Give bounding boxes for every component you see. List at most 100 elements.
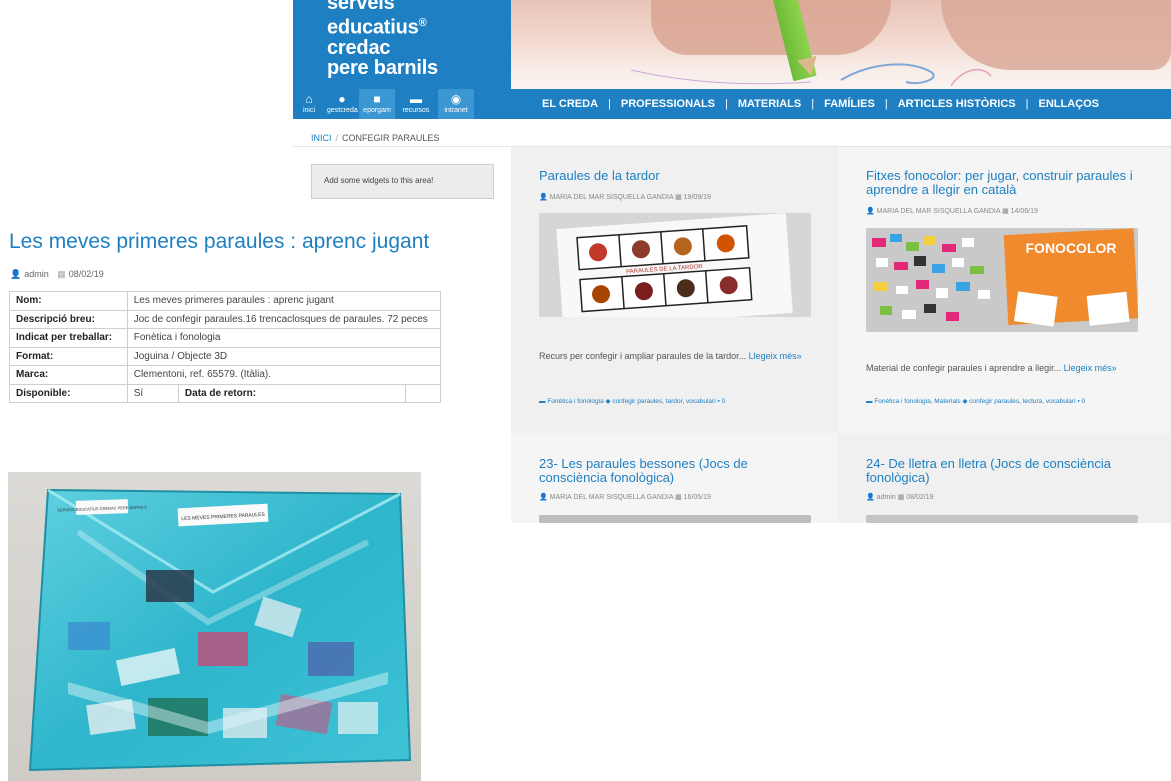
- post-title[interactable]: Fitxes fonocolor: per jugar, construir p…: [866, 169, 1156, 197]
- logo-line-2: educatius: [327, 16, 419, 39]
- post-image-drawing: FONOCOLOR: [866, 228, 1138, 332]
- tag-icon: ◆: [962, 398, 968, 405]
- nav-link-professionals[interactable]: PROFESSIONALS: [621, 98, 715, 110]
- table-row: Format: Joguina / Objecte 3D: [9, 346, 442, 366]
- post-excerpt: Material de confegir paraules i aprendre…: [866, 362, 1141, 375]
- nav-icon-eporgam[interactable]: ■ eporgam: [359, 89, 395, 119]
- scribble-lines: [630, 63, 992, 87]
- post-tags[interactable]: confegir paraules, tardor, vocabulari: [612, 398, 715, 405]
- nav-icon-label: intranet: [444, 107, 468, 114]
- android-icon: ◉: [450, 92, 462, 106]
- nav-icon-gestcreda[interactable]: ● gestcreda: [327, 89, 358, 119]
- logo-line-4: pere barnils: [327, 56, 438, 79]
- post-author: MARIA DEL MAR SISQUELLA GANDIA: [549, 194, 674, 201]
- nav-separator: |: [725, 98, 728, 110]
- table-row: Marca: Clementoni, ref. 65579. (Itàlia).: [9, 365, 442, 385]
- post-thumbnail[interactable]: FONOCOLOR: [866, 228, 1138, 332]
- table-row: Nom: Les meves primeres paraules : apren…: [9, 291, 442, 311]
- nav-separator: |: [608, 98, 611, 110]
- post-author: admin: [876, 494, 896, 501]
- nav-icon-intranet[interactable]: ◉ intranet: [438, 89, 474, 119]
- logo-reg-mark: ®: [418, 17, 427, 29]
- calendar-icon: ▦: [1002, 208, 1009, 215]
- post-thumbnail[interactable]: [539, 515, 811, 523]
- post-meta: 👤 MARIA DEL MAR SISQUELLA GANDIA ▦ 16/05…: [539, 493, 711, 501]
- post-categories[interactable]: Fonètica i fonologia: [547, 398, 603, 405]
- product-photo: SERVEIS EDUCATIUS CREDAC PERE BARNILS LE…: [8, 472, 421, 781]
- post-taxonomy: ▬ Fonètica i fonologia, Materials ◆ conf…: [866, 397, 1085, 405]
- nav-link-families[interactable]: FAMÍLIES: [824, 98, 875, 110]
- site-logo[interactable]: serveis educatius® credac pere barnils: [293, 0, 511, 89]
- post-date: 14/06/19: [1010, 208, 1038, 215]
- widget-placeholder: Add some widgets to this area!: [311, 164, 494, 199]
- return-date-label: Data de retorn:: [177, 383, 407, 403]
- post-card: 24- De lletra en lletra (Jocs de consciè…: [838, 433, 1171, 523]
- post-date: 19/09/19: [683, 194, 711, 201]
- read-more-link[interactable]: Llegeix més»: [749, 351, 802, 361]
- user-icon: 👤: [10, 269, 22, 279]
- image-caption: FONOCOLOR: [1026, 240, 1117, 256]
- read-more-link[interactable]: Llegeix més»: [1064, 363, 1117, 373]
- calendar-icon: ▦: [897, 494, 905, 501]
- nav-link-el-creda[interactable]: EL CREDA: [542, 98, 598, 110]
- field-value: Joguina / Objecte 3D: [126, 346, 442, 366]
- nav-icon-inici[interactable]: ⌂ inici: [297, 89, 321, 119]
- table-row: Disponible: Sí Data de retorn:: [9, 383, 441, 403]
- post-excerpt-text: Material de confegir paraules i aprendre…: [866, 363, 1062, 373]
- nav-icon-recursos[interactable]: ▬ recursos: [399, 89, 433, 119]
- breadcrumb-current: CONFEGIR PARAULES: [342, 133, 440, 143]
- post-title[interactable]: Paraules de la tardor: [539, 169, 660, 183]
- post-taxonomy: ▬ Fonètica i fonologia ◆ confegir paraul…: [539, 397, 725, 405]
- post-date: 16/05/19: [683, 494, 711, 501]
- post-categories[interactable]: Fonètica i fonologia, Materials: [874, 398, 960, 405]
- book-icon: ■: [373, 92, 381, 106]
- product-details-table: Nom: Les meves primeres paraules : apren…: [9, 291, 442, 403]
- user-icon: 👤: [539, 194, 548, 201]
- nav-link-enllacos[interactable]: ENLLAÇOS: [1039, 98, 1100, 110]
- field-value: Les meves primeres paraules : aprenc jug…: [126, 291, 442, 311]
- field-label: Indicat per treballar:: [9, 328, 128, 348]
- post-card: Paraules de la tardor 👤 MARIA DEL MAR SI…: [511, 147, 838, 433]
- calendar-icon: ▦: [57, 269, 66, 279]
- site-header: serveis educatius® credac pere barnils: [286, 0, 1171, 89]
- post-tags[interactable]: confegir paraules, lectura, vocabulari: [969, 398, 1075, 405]
- sidebar: Add some widgets to this area!: [293, 147, 511, 210]
- post-comments[interactable]: 0: [722, 398, 726, 405]
- post-excerpt-text: Recurs per confegir i ampliar paraules d…: [539, 351, 747, 361]
- post-date: 08/02/19: [906, 494, 934, 501]
- nav-link-materials[interactable]: MATERIALS: [738, 98, 801, 110]
- post-title[interactable]: 23- Les paraules bessones (Jocs de consc…: [539, 457, 779, 485]
- nav-icon-label: eporgam: [363, 107, 391, 114]
- field-label: Disponible:: [9, 383, 128, 403]
- logo-line-3: credac: [327, 36, 391, 59]
- nav-separator: |: [1025, 98, 1029, 110]
- nav-separator: |: [811, 98, 815, 110]
- breadcrumb-home[interactable]: INICI: [311, 133, 332, 143]
- field-label: Format:: [9, 346, 128, 366]
- home-icon: ⌂: [305, 92, 313, 106]
- folder-icon: ▬: [866, 398, 873, 405]
- nav-icon-label: recursos: [402, 107, 430, 114]
- table-row: Descripció breu: Joc de confegir paraule…: [9, 309, 442, 329]
- main-nav: ⌂ inici ● gestcreda ■ eporgam ▬ recursos ◉ in…: [293, 89, 1171, 119]
- breadcrumb-separator: /: [335, 133, 339, 143]
- field-label: Descripció breu:: [9, 309, 128, 329]
- breadcrumb: INICI / CONFEGIR PARAULES: [311, 133, 439, 143]
- nav-icon-label: gestcreda: [327, 107, 358, 114]
- post-thumbnail[interactable]: [866, 515, 1138, 523]
- breadcrumb-bar: INICI / CONFEGIR PARAULES: [293, 119, 1171, 147]
- post-author: MARIA DEL MAR SISQUELLA GANDIA: [549, 494, 674, 501]
- product-author: admin: [24, 269, 49, 279]
- field-label: Nom:: [9, 291, 128, 311]
- header-hero-image: [511, 0, 1171, 89]
- nav-link-articles-historics[interactable]: ARTICLES HISTÒRICS: [898, 98, 1016, 110]
- user-icon: 👤: [866, 494, 875, 501]
- calendar-icon: ▦: [675, 194, 682, 201]
- nav-icon-label: inici: [302, 107, 316, 114]
- comment-icon: ▪: [717, 398, 720, 405]
- post-title[interactable]: 24- De lletra en lletra (Jocs de consciè…: [866, 457, 1146, 485]
- post-comments[interactable]: 0: [1081, 398, 1085, 405]
- post-card: Fitxes fonocolor: per jugar, construir p…: [838, 147, 1171, 433]
- post-thumbnail[interactable]: PARAULES DE LA TARDOR: [539, 213, 811, 317]
- user-icon: 👤: [866, 208, 875, 215]
